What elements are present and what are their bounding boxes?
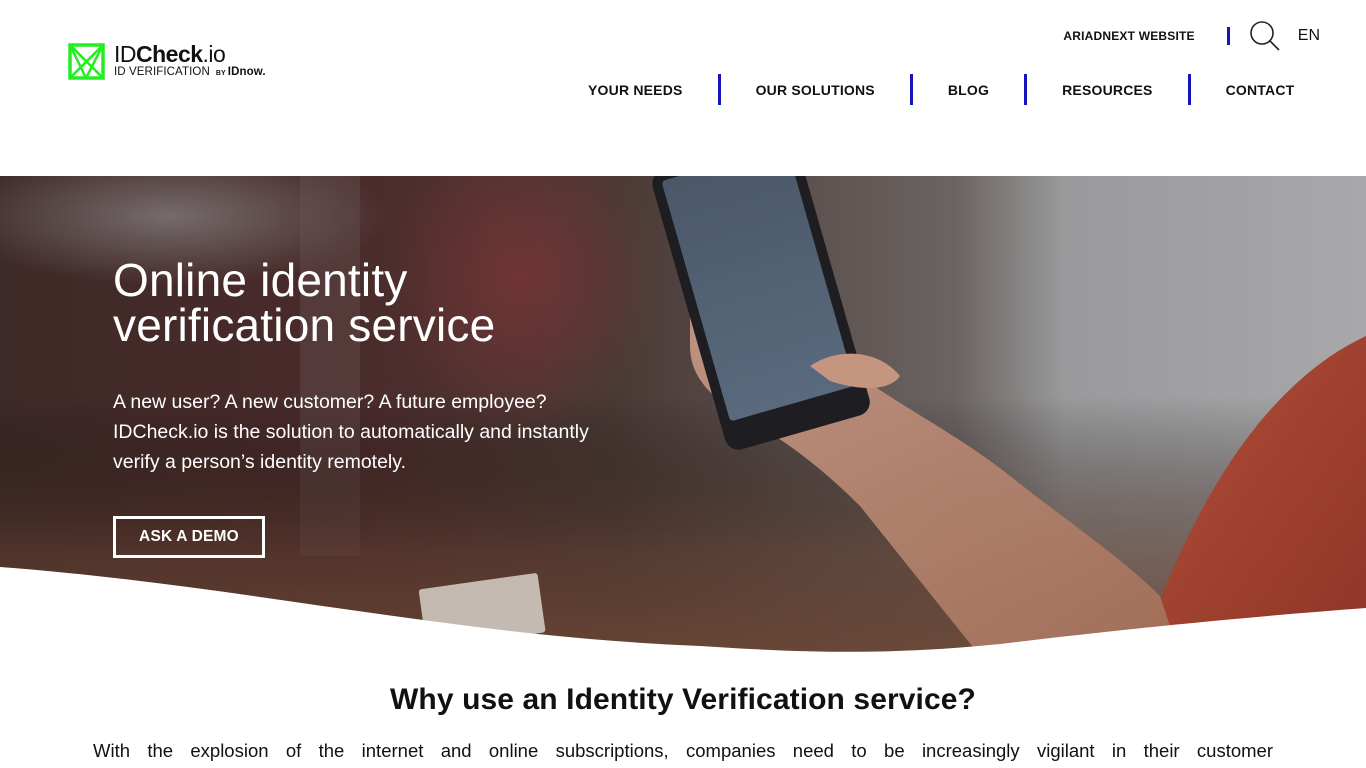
nav-our-solutions[interactable]: OUR SOLUTIONS — [721, 82, 910, 98]
hero-title-line2: verification service — [113, 299, 496, 351]
hero-text-line1: A new user? A new customer? A future emp… — [113, 391, 547, 413]
hero-title: Online identity verification service — [113, 257, 496, 351]
search-button[interactable] — [1248, 20, 1282, 52]
nav-blog[interactable]: BLOG — [913, 82, 1024, 98]
section-text: With the explosion of the internet and o… — [93, 740, 1273, 761]
hero-section: Online identity verification service A n… — [0, 176, 1366, 656]
logo-tagline-text: ID VERIFICATION — [114, 66, 210, 78]
top-bar: ARIADNEXT WEBSITE EN — [1063, 20, 1320, 52]
nav-contact[interactable]: CONTACT — [1191, 82, 1330, 98]
nav-resources[interactable]: RESOURCES — [1027, 82, 1187, 98]
logo[interactable]: IDCheck.io ID VERIFICATION BY IDnow. — [68, 42, 266, 80]
ariadnext-website-link[interactable]: ARIADNEXT WEBSITE — [1063, 29, 1194, 43]
nav-your-needs[interactable]: YOUR NEEDS — [553, 82, 718, 98]
logo-parent: IDnow. — [227, 66, 266, 78]
hero-text-line3: verify a person’s identity remotely. — [113, 451, 406, 473]
main-nav: YOUR NEEDS OUR SOLUTIONS BLOG RESOURCES … — [553, 74, 1329, 105]
site-header: IDCheck.io ID VERIFICATION BY IDnow. ARIA… — [0, 0, 1366, 176]
logo-tagline: ID VERIFICATION BY IDnow. — [114, 66, 266, 80]
hero-text-line2: IDCheck.io is the solution to automatica… — [113, 421, 589, 443]
language-selector[interactable]: EN — [1298, 27, 1320, 45]
ask-demo-button[interactable]: ASK A DEMO — [113, 516, 265, 558]
logo-mark-icon — [68, 42, 105, 80]
logo-name-bold: Check — [136, 41, 203, 67]
logo-name-light: ID — [114, 41, 137, 67]
logo-by: BY — [215, 70, 226, 77]
top-separator — [1226, 27, 1230, 45]
logo-name: IDCheck.io — [114, 42, 266, 66]
section-title: Why use an Identity Verification service… — [390, 683, 976, 716]
search-icon — [1249, 21, 1280, 51]
logo-name-suffix: .io — [202, 41, 226, 67]
hero-description: A new user? A new customer? A future emp… — [113, 387, 693, 477]
